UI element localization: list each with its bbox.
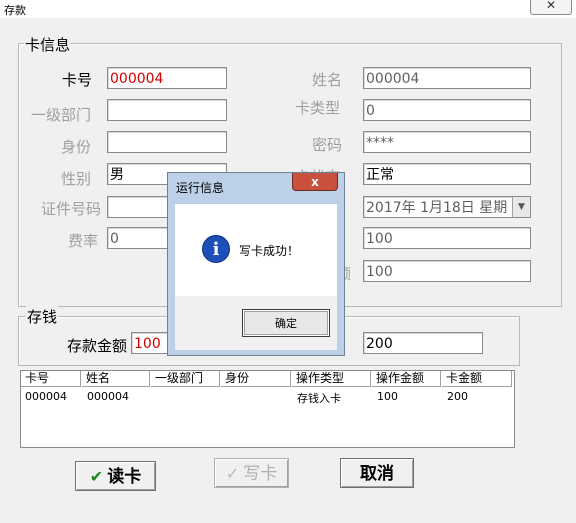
table-cell: 200 (447, 390, 468, 403)
dept-field[interactable] (107, 99, 227, 121)
date-picker[interactable]: 2017年 1月18日 星期 ▼ (363, 196, 531, 218)
column-header[interactable]: 操作金额 (372, 371, 441, 387)
id-label: 身份 (60, 138, 91, 156)
deposit-window: 存款 ✕ 卡信息 卡号 000004 一级部门 身份 性别 男 证件号码 费率 … (0, 0, 576, 523)
card-no-label: 卡号 (62, 71, 93, 89)
check-icon: ✓ (225, 464, 240, 483)
read-card-label: 读卡 (107, 467, 142, 487)
table-cell: 000004 (87, 390, 129, 403)
column-header[interactable]: 卡号 (21, 371, 81, 387)
card-type-field[interactable]: 0 (363, 99, 531, 121)
total-field[interactable]: 200 (363, 332, 483, 354)
close-icon[interactable]: ✕ (530, 0, 572, 15)
cert-label: 证件号码 (40, 200, 101, 218)
card-info-legend: 卡信息 (24, 34, 72, 55)
check-icon: ✔ (89, 467, 104, 486)
info-icon: i (202, 235, 230, 263)
transaction-table[interactable]: 卡号 姓名 一级部门 身份 操作类型 操作金额 卡金额 000004 00000… (20, 370, 515, 448)
name-field[interactable]: 000004 (363, 67, 531, 89)
cancel-button[interactable]: 取消 (340, 458, 414, 488)
run-info-dialog: 运行信息 x i 写卡成功！ 确定 (167, 172, 345, 356)
status-field[interactable]: 正常 (363, 163, 531, 185)
column-header[interactable]: 操作类型 (292, 371, 371, 387)
title-bar: 存款 ✕ (0, 0, 576, 18)
column-header[interactable]: 姓名 (82, 371, 150, 387)
ok-button[interactable]: 确定 (242, 309, 330, 337)
rate-label: 费率 (67, 232, 98, 250)
amount-label: 存款金额 (66, 337, 127, 355)
table-cell: 100 (377, 390, 398, 403)
table-cell: 存钱入卡 (297, 392, 341, 405)
password-field[interactable]: **** (363, 131, 531, 153)
dialog-close-icon[interactable]: x (292, 173, 338, 191)
dialog-body: i 写卡成功！ 确定 (175, 204, 337, 350)
table-cell: 000004 (25, 390, 67, 403)
chevron-down-icon[interactable]: ▼ (512, 197, 530, 217)
dept-label: 一级部门 (30, 106, 91, 124)
dialog-message-area: i 写卡成功！ (175, 204, 337, 296)
column-header[interactable]: 身份 (221, 371, 291, 387)
window-title: 存款 (4, 4, 26, 17)
write-card-button[interactable]: ✓ 写卡 (214, 458, 289, 488)
dialog-message: 写卡成功！ (239, 244, 300, 258)
balance-field[interactable]: 100 (363, 260, 531, 282)
deposit-legend: 存钱 (26, 306, 59, 327)
card-no-field[interactable]: 000004 (107, 67, 227, 89)
column-header[interactable]: 卡金额 (442, 371, 512, 387)
deposit-total-field[interactable]: 100 (363, 227, 531, 249)
gender-label: 性别 (60, 170, 91, 188)
column-header[interactable]: 一级部门 (151, 371, 220, 387)
card-type-label: 卡类型 (294, 99, 340, 117)
write-card-label: 写卡 (243, 464, 278, 484)
name-label: 姓名 (311, 71, 342, 89)
password-label: 密码 (311, 136, 342, 154)
read-card-button[interactable]: ✔ 读卡 (75, 461, 156, 491)
dialog-title: 运行信息 (176, 181, 225, 195)
date-value: 2017年 1月18日 星期 (366, 200, 508, 216)
id-field[interactable] (107, 131, 227, 153)
